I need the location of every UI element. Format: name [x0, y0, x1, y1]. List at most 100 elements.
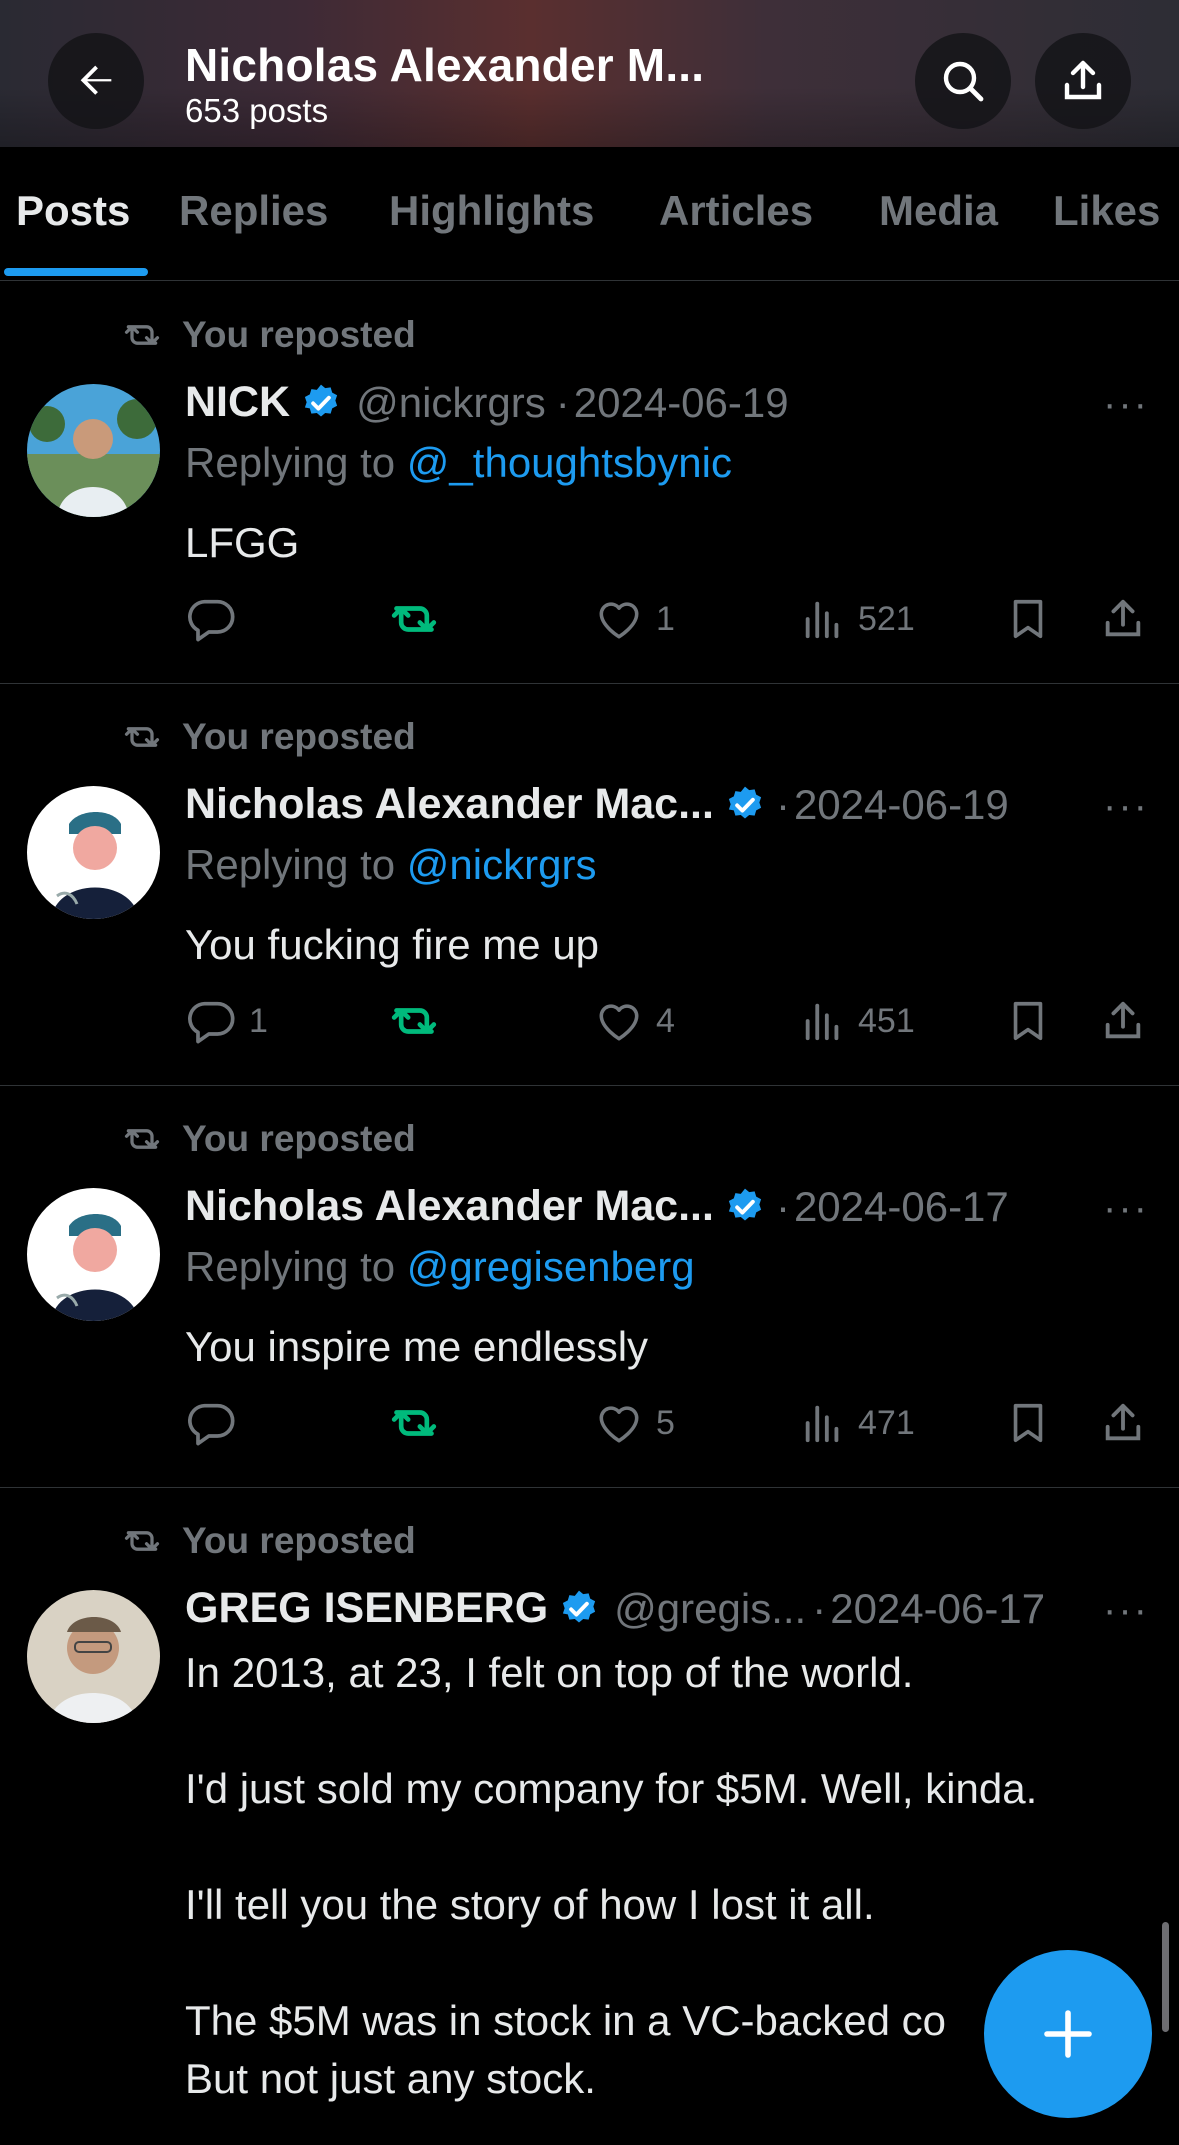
bookmark-button[interactable]	[1005, 991, 1051, 1051]
like-button[interactable]: 1	[594, 589, 675, 649]
post-date: 2024-06-17	[830, 1584, 1046, 1632]
repost-label: You reposted	[182, 1520, 416, 1561]
like-count: 4	[656, 1001, 675, 1040]
share-profile-button[interactable]	[1035, 33, 1131, 129]
repost-indicator: You reposted	[120, 1118, 416, 1160]
repost-label: You reposted	[182, 314, 416, 355]
reply-button[interactable]: 1	[185, 991, 268, 1051]
replying-to-link[interactable]: @gregisenberg	[407, 1243, 695, 1290]
post-actions: 1 521	[0, 589, 1179, 649]
more-options-icon[interactable]: ···	[1103, 1588, 1149, 1633]
like-button[interactable]: 5	[594, 1393, 675, 1453]
like-button[interactable]: 4	[594, 991, 675, 1051]
post[interactable]: You reposted Nicholas Alexander Mac... ·…	[0, 1086, 1179, 1488]
reply-icon	[188, 599, 235, 642]
post-actions: 1 4 451	[0, 991, 1179, 1051]
post-text: You inspire me endlessly	[185, 1323, 649, 1370]
replying-to-link[interactable]: @nickrgrs	[407, 841, 597, 888]
avatar[interactable]	[27, 786, 160, 919]
author-line: GREG ISENBERG @gregis... · 2024-06-17	[185, 1584, 1045, 1633]
reply-button[interactable]	[185, 1393, 237, 1453]
avatar[interactable]	[27, 1590, 160, 1723]
replying-to: Replying to @_thoughtsbynic	[185, 439, 732, 487]
author-name[interactable]: NICK	[185, 378, 290, 427]
author-line: NICK @nickrgrs · 2024-06-19	[185, 378, 789, 427]
post-text: In 2013, at 23, I felt on top of the wor…	[185, 1649, 1038, 2102]
share-post-button[interactable]	[1100, 1393, 1146, 1453]
scrollbar[interactable]	[1162, 1922, 1169, 2032]
share-icon	[1064, 60, 1102, 100]
post[interactable]: You reposted Nicholas Alexander Mac... ·…	[0, 684, 1179, 1086]
separator-dot: ·	[775, 780, 790, 828]
view-count: 451	[858, 1001, 915, 1040]
share-post-button[interactable]	[1100, 589, 1146, 649]
reply-count: 1	[249, 1001, 268, 1040]
compose-button[interactable]	[984, 1950, 1152, 2118]
bookmark-button[interactable]	[1005, 1393, 1051, 1453]
repost-label: You reposted	[182, 1118, 416, 1159]
author-name[interactable]: Nicholas Alexander Mac...	[185, 780, 714, 829]
repost-icon	[124, 727, 160, 747]
repost-button[interactable]	[386, 991, 442, 1051]
repost-icon	[124, 325, 160, 345]
more-options-icon[interactable]: ···	[1103, 382, 1149, 427]
like-count: 1	[656, 599, 675, 638]
separator-dot: ·	[812, 1584, 827, 1632]
repost-indicator: You reposted	[120, 314, 416, 356]
share-post-button[interactable]	[1100, 991, 1146, 1051]
bookmark-button[interactable]	[1005, 589, 1051, 649]
author-handle: @gregis...	[614, 1584, 807, 1632]
author-handle: @nickrgrs	[356, 378, 546, 426]
tab-posts[interactable]: Posts	[16, 187, 130, 235]
replying-prefix: Replying to	[185, 841, 407, 888]
reply-icon	[188, 1403, 235, 1446]
views-icon	[805, 601, 839, 639]
bookmark-icon	[1013, 1403, 1043, 1443]
tab-media[interactable]: Media	[879, 187, 998, 235]
repost-button[interactable]	[386, 589, 442, 649]
post[interactable]: You reposted NICK @nickrgrs · 2024-06-19…	[0, 282, 1179, 684]
share-icon	[1105, 1001, 1141, 1039]
author-name[interactable]: Nicholas Alexander Mac...	[185, 1182, 714, 1231]
repost-icon	[391, 1008, 437, 1034]
replying-prefix: Replying to	[185, 1243, 407, 1290]
tab-likes[interactable]: Likes	[1053, 187, 1160, 235]
plus-icon	[1044, 2010, 1092, 2058]
views-button[interactable]: 521	[800, 589, 915, 649]
repost-icon	[124, 1129, 160, 1149]
repost-icon	[124, 1531, 160, 1551]
more-options-icon[interactable]: ···	[1103, 784, 1149, 829]
separator-dot: ·	[555, 378, 570, 426]
verified-badge-icon	[728, 786, 762, 818]
bookmark-icon	[1013, 1001, 1043, 1041]
tab-highlights[interactable]: Highlights	[389, 187, 594, 235]
view-count: 521	[858, 599, 915, 638]
repost-label: You reposted	[182, 716, 416, 757]
verified-badge-icon	[563, 1590, 596, 1622]
search-button[interactable]	[915, 33, 1011, 129]
profile-header: Nicholas Alexander M... 653 posts	[0, 0, 1179, 147]
tab-replies[interactable]: Replies	[179, 187, 328, 235]
repost-button[interactable]	[386, 1393, 442, 1453]
views-button[interactable]: 451	[800, 991, 915, 1051]
replying-to: Replying to @gregisenberg	[185, 1243, 695, 1291]
repost-indicator: You reposted	[120, 1520, 416, 1562]
views-button[interactable]: 471	[800, 1393, 915, 1453]
views-icon	[805, 1405, 839, 1443]
author-name[interactable]: GREG ISENBERG	[185, 1584, 548, 1633]
search-icon	[943, 61, 984, 102]
arrow-left-icon	[80, 65, 112, 95]
avatar[interactable]	[27, 384, 160, 517]
avatar[interactable]	[27, 1188, 160, 1321]
back-button[interactable]	[48, 33, 144, 129]
post-actions: 5 471	[0, 1393, 1179, 1453]
reply-button[interactable]	[185, 589, 237, 649]
verified-badge-icon	[728, 1188, 762, 1220]
view-count: 471	[858, 1403, 915, 1442]
replying-to-link[interactable]: @_thoughtsbynic	[407, 439, 732, 486]
more-options-icon[interactable]: ···	[1103, 1186, 1149, 1231]
repost-icon	[391, 606, 437, 632]
heart-icon	[599, 602, 639, 639]
tab-articles[interactable]: Articles	[659, 187, 813, 235]
post-count: 653 posts	[185, 92, 329, 129]
